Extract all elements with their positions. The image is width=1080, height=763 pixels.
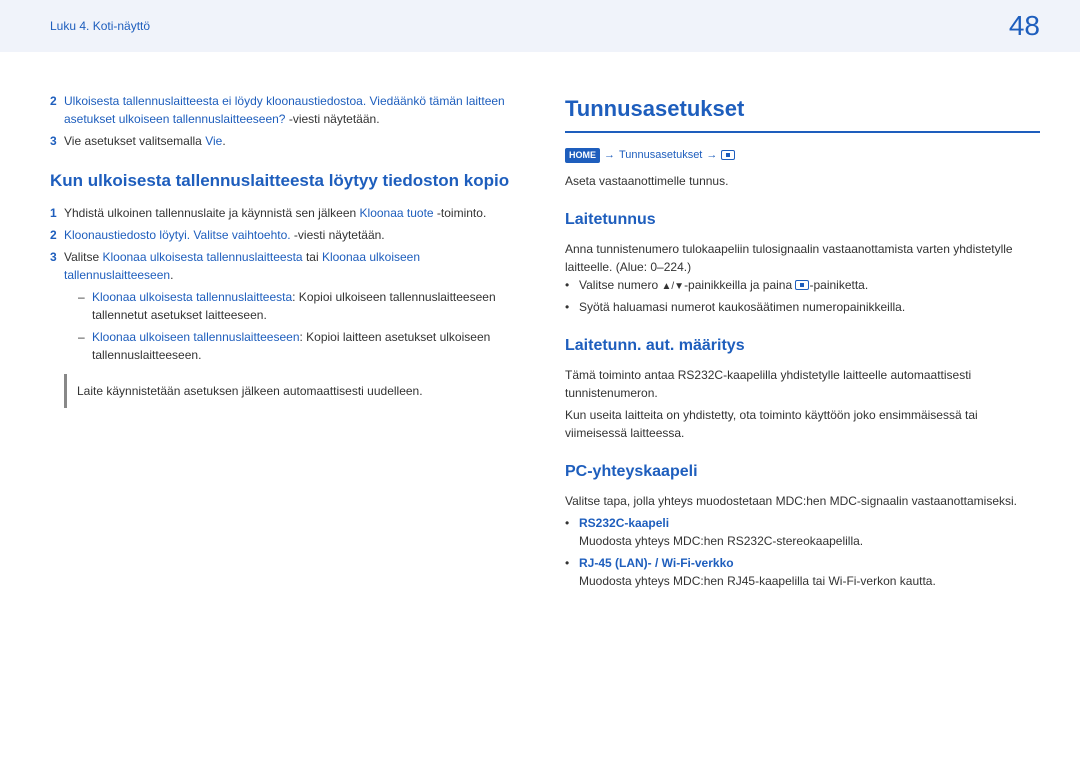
bullet-2: • Syötä haluamasi numerot kaukosäätimen … (565, 298, 1040, 316)
sub-text: Kloonaa ulkoiseen tallennuslaitteeseen: … (92, 328, 525, 364)
bullet-icon: • (565, 554, 579, 590)
bullet-text: Valitse numero ▲/▼-painikkeilla ja paina… (579, 276, 868, 294)
paragraph: Kun useita laitteita on yhdistetty, ota … (565, 406, 1040, 442)
main-heading: Tunnusasetukset (565, 92, 1040, 133)
paragraph: Tämä toiminto antaa RS232C-kaapelilla yh… (565, 366, 1040, 402)
updown-arrow-icon: ▲/▼ (661, 279, 684, 294)
note-box: Laite käynnistetään asetuksen jälkeen au… (64, 374, 525, 408)
left-column: 2 Ulkoisesta tallennuslaitteesta ei löyd… (50, 92, 525, 594)
page-number: 48 (1009, 10, 1040, 42)
bullet-icon: • (565, 514, 579, 550)
chapter-label: Luku 4. Koti-näyttö (50, 19, 150, 33)
step-text: Ulkoisesta tallennuslaitteesta ei löydy … (64, 92, 525, 128)
subsection-heading: Laitetunnus (565, 208, 1040, 232)
bullet-1: • Valitse numero ▲/▼-painikkeilla ja pai… (565, 276, 1040, 294)
step-text: Valitse Kloonaa ulkoisesta tallennuslait… (64, 248, 525, 284)
page-header: Luku 4. Koti-näyttö 48 (0, 0, 1080, 52)
step-text: Kloonaustiedosto löytyi. Valitse vaihtoe… (64, 226, 525, 244)
bullet-icon: • (565, 298, 579, 316)
pc-bullet-2: • RJ-45 (LAN)- / Wi-Fi-verkko Muodosta y… (565, 554, 1040, 590)
sub-text: Kloonaa ulkoisesta tallennuslaitteesta: … (92, 288, 525, 324)
step-text: Yhdistä ulkoinen tallennuslaite ja käynn… (64, 204, 525, 222)
step-number: 2 (50, 92, 64, 128)
sub-option-2: – Kloonaa ulkoiseen tallennuslaitteeseen… (78, 328, 525, 364)
bullet-icon: • (565, 276, 579, 294)
step-3: 3 Vie asetukset valitsemalla Vie. (50, 132, 525, 150)
step-number: 3 (50, 132, 64, 150)
subsection-heading: PC-yhteyskaapeli (565, 460, 1040, 484)
nav-link: Tunnusasetukset (619, 147, 702, 164)
home-badge-icon: HOME (565, 148, 600, 164)
bullet-text: RS232C-kaapeli Muodosta yhteys MDC:hen R… (579, 514, 863, 550)
section-heading: Kun ulkoisesta tallennuslaitteesta löyty… (50, 168, 525, 194)
content-area: 2 Ulkoisesta tallennuslaitteesta ei löyd… (0, 52, 1080, 594)
sub-option-1: – Kloonaa ulkoisesta tallennuslaitteesta… (78, 288, 525, 324)
copy-step-3: 3 Valitse Kloonaa ulkoisesta tallennusla… (50, 248, 525, 284)
arrow-icon: → (706, 147, 717, 164)
step-number: 2 (50, 226, 64, 244)
step-text: Vie asetukset valitsemalla Vie. (64, 132, 525, 150)
enter-icon (795, 280, 809, 290)
intro-text: Aseta vastaanottimelle tunnus. (565, 172, 1040, 190)
subsection-heading: Laitetunn. aut. määritys (565, 334, 1040, 358)
enter-icon (721, 150, 735, 160)
bullet-text: RJ-45 (LAN)- / Wi-Fi-verkko Muodosta yht… (579, 554, 936, 590)
step-number: 1 (50, 204, 64, 222)
nav-path: HOME → Tunnusasetukset → (565, 147, 1040, 164)
copy-step-2: 2 Kloonaustiedosto löytyi. Valitse vaiht… (50, 226, 525, 244)
arrow-icon: → (604, 147, 615, 164)
dash-icon: – (78, 328, 92, 364)
right-column: Tunnusasetukset HOME → Tunnusasetukset →… (565, 92, 1040, 594)
step-2: 2 Ulkoisesta tallennuslaitteesta ei löyd… (50, 92, 525, 128)
paragraph: Valitse tapa, jolla yhteys muodostetaan … (565, 492, 1040, 510)
dash-icon: – (78, 288, 92, 324)
paragraph: Anna tunnistenumero tulokaapeliin tulosi… (565, 240, 1040, 276)
step-number: 3 (50, 248, 64, 284)
pc-bullet-1: • RS232C-kaapeli Muodosta yhteys MDC:hen… (565, 514, 1040, 550)
bullet-text: Syötä haluamasi numerot kaukosäätimen nu… (579, 298, 905, 316)
copy-step-1: 1 Yhdistä ulkoinen tallennuslaite ja käy… (50, 204, 525, 222)
